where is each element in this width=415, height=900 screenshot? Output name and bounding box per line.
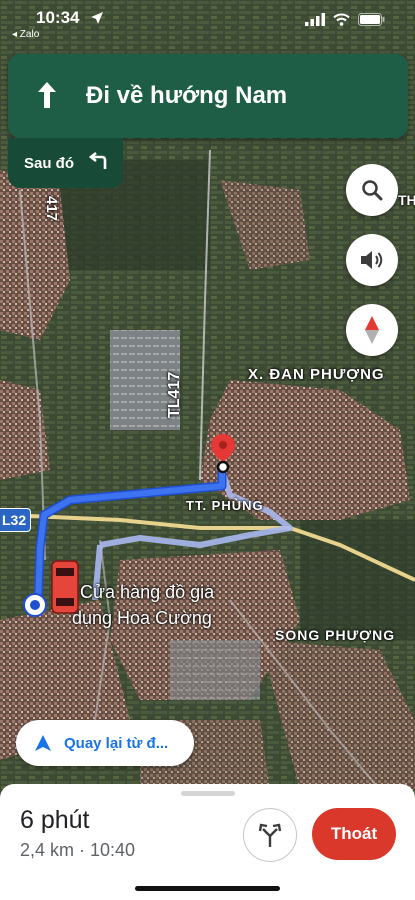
store-marker-icon[interactable]	[51, 560, 79, 614]
back-to-app-link[interactable]: ◂ Zalo	[12, 29, 39, 40]
place-label-line1[interactable]: Cửa hàng đồ gia	[80, 582, 214, 603]
current-location-icon	[23, 593, 47, 617]
fork-arrows-icon	[258, 823, 282, 847]
navigation-arrow-icon	[35, 735, 51, 751]
straight-arrow-icon	[38, 82, 56, 108]
then-label: Sau đó	[24, 155, 75, 172]
compass-icon	[365, 316, 379, 344]
search-button[interactable]	[346, 164, 398, 216]
alternate-routes-button[interactable]	[243, 808, 297, 862]
navigation-instruction: Đi về hướng Nam	[86, 82, 288, 109]
place-label-line2[interactable]: dụng Hoa Cường	[72, 608, 212, 629]
distance-arrival-text: 2,4 km · 10:40	[20, 840, 136, 860]
search-icon	[362, 180, 383, 201]
trip-summary-sheet[interactable]: 6 phút 2,4 km · 10:40 Thoát	[0, 784, 415, 900]
town-label: TT. PHÙNG	[186, 498, 264, 513]
battery-icon	[358, 13, 385, 26]
compass-button[interactable]	[346, 304, 398, 356]
status-bar: 10:34 ◂ Zalo	[0, 0, 415, 46]
status-time: 10:34	[36, 8, 80, 27]
recenter-button[interactable]: Quay lại từ đ...	[16, 720, 194, 766]
signal-icon	[305, 13, 325, 26]
road-badge: L32	[0, 508, 31, 532]
edge-road-label: TH	[398, 192, 415, 208]
recenter-label: Quay lại từ đ...	[64, 735, 169, 752]
destination-pin-icon[interactable]	[208, 432, 238, 478]
home-indicator[interactable]	[135, 886, 280, 891]
location-arrow-icon	[91, 12, 103, 24]
sheet-handle[interactable]	[181, 791, 235, 796]
exit-button[interactable]: Thoát	[312, 808, 396, 860]
next-step-chip[interactable]: Sau đó	[8, 138, 123, 188]
navigation-banner[interactable]: Đi về hướng Nam	[8, 54, 408, 138]
speaker-icon	[361, 251, 383, 269]
wifi-icon	[333, 13, 350, 26]
sound-button[interactable]	[346, 234, 398, 286]
eta-text: 6 phút	[20, 806, 90, 834]
commune-label: SONG PHƯỢNG	[275, 627, 396, 643]
road-tl417-label: TL417	[166, 371, 183, 418]
turn-left-icon	[88, 152, 107, 169]
district-label: X. ĐAN PHƯỢNG	[248, 366, 385, 383]
road-417-label: 417	[43, 196, 60, 222]
